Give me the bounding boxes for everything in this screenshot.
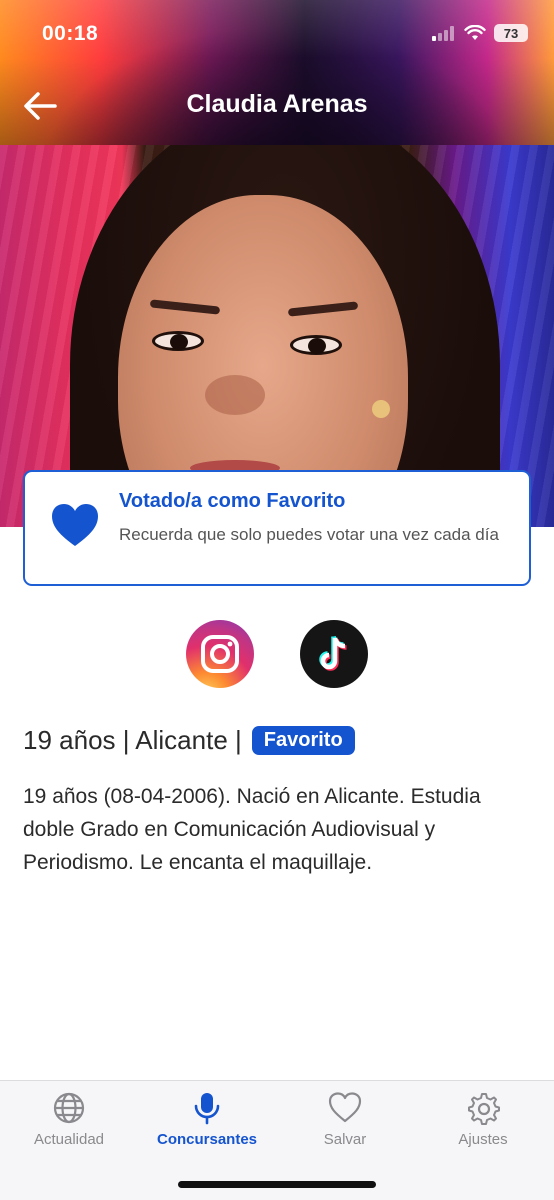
- nav-label: Ajustes: [458, 1131, 508, 1148]
- status-time: 00:18: [42, 22, 99, 45]
- wifi-icon: [464, 25, 486, 40]
- social-links: [0, 620, 554, 690]
- globe-icon: [53, 1092, 85, 1124]
- microphone-icon: [194, 1093, 220, 1125]
- tiktok-button[interactable]: [300, 620, 368, 688]
- vote-title: Votado/a como Favorito: [119, 490, 346, 512]
- home-indicator: [178, 1181, 376, 1188]
- nav-item-ajustes[interactable]: Ajustes: [414, 1091, 552, 1161]
- nav-label: Salvar: [323, 1131, 367, 1148]
- tiktok-icon: [319, 635, 347, 671]
- favorite-badge: Favorito: [251, 725, 355, 755]
- gear-icon: [468, 1093, 500, 1125]
- heart-icon: [328, 1092, 362, 1123]
- heart-filled-icon: [52, 504, 98, 546]
- contestant-bio: 19 años (08-04-2006). Nació en Alicante.…: [23, 785, 481, 874]
- nav-label: Concursantes: [156, 1131, 258, 1148]
- signal-icon: [432, 26, 454, 41]
- contestant-meta: 19 años | Alicante | Favorito: [23, 722, 355, 758]
- nav-item-salvar[interactable]: Salvar: [276, 1091, 414, 1161]
- instagram-button[interactable]: [186, 620, 254, 688]
- vote-confirmation-card: Votado/a como Favorito Recuerda que solo…: [23, 470, 531, 586]
- age-city-text: 19 años | Alicante |: [23, 724, 242, 755]
- page-title: Claudia Arenas: [186, 90, 368, 118]
- nav-item-actualidad[interactable]: Actualidad: [0, 1091, 138, 1161]
- nav-item-concursantes[interactable]: Concursantes: [138, 1091, 276, 1161]
- status-icons: 73: [432, 24, 528, 42]
- battery-indicator: 73: [494, 24, 528, 42]
- instagram-icon: [201, 635, 239, 673]
- vote-subtitle: Recuerda que solo puedes votar una vez c…: [119, 525, 499, 544]
- top-bar: Claudia Arenas: [0, 80, 554, 132]
- status-bar: 00:18 73: [0, 0, 554, 70]
- nav-label: Actualidad: [33, 1131, 105, 1148]
